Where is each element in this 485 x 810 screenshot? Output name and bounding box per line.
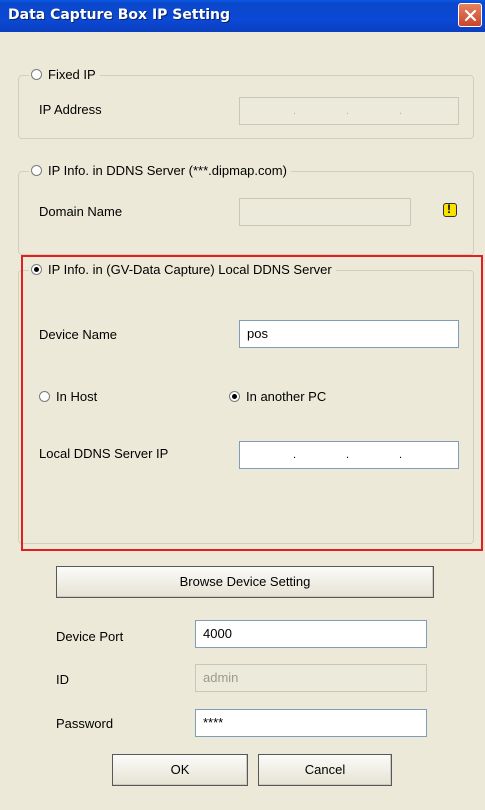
- ip-address-label: IP Address: [39, 102, 102, 117]
- close-button[interactable]: [458, 3, 482, 27]
- id-label: ID: [56, 672, 69, 687]
- ddns-radio-button[interactable]: [31, 165, 42, 176]
- ip-address-field[interactable]: . . .: [239, 97, 459, 125]
- id-field[interactable]: admin: [195, 664, 427, 692]
- dialog-body: Fixed IP IP Address . . . IP Info. in DD…: [4, 32, 483, 806]
- domain-name-label: Domain Name: [39, 204, 123, 219]
- device-port-field[interactable]: 4000: [195, 620, 427, 648]
- ddns-radio[interactable]: IP Info. in DDNS Server (***.dipmap.com): [29, 163, 291, 178]
- cancel-button[interactable]: Cancel: [258, 754, 392, 786]
- close-icon: [464, 9, 477, 22]
- domain-name-field[interactable]: [239, 198, 411, 226]
- ok-button[interactable]: OK: [112, 754, 248, 786]
- warning-icon[interactable]: [443, 202, 457, 217]
- browse-device-setting-button[interactable]: Browse Device Setting: [56, 566, 434, 598]
- fixed-ip-radio[interactable]: Fixed IP: [29, 67, 100, 82]
- fixed-ip-radio-button[interactable]: [31, 69, 42, 80]
- device-port-label: Device Port: [56, 629, 124, 644]
- highlight-box: [21, 255, 483, 551]
- window-title: Data Capture Box IP Setting: [8, 7, 231, 23]
- fixed-ip-radio-label: Fixed IP: [48, 67, 96, 82]
- ddns-group: IP Info. in DDNS Server (***.dipmap.com)…: [18, 163, 474, 255]
- ddns-radio-label: IP Info. in DDNS Server (***.dipmap.com): [48, 163, 287, 178]
- password-label: Password: [56, 716, 114, 731]
- fixed-ip-group: Fixed IP IP Address . . .: [18, 67, 474, 139]
- title-bar: Data Capture Box IP Setting: [0, 0, 485, 32]
- password-field[interactable]: ****: [195, 709, 427, 737]
